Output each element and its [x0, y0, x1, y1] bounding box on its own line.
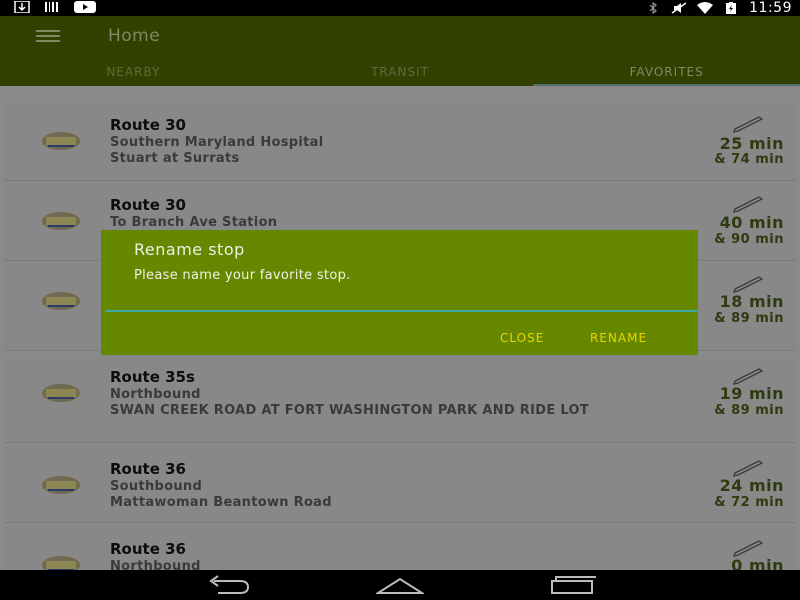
download-icon [14, 1, 30, 13]
favorite-stop-card[interactable]: Route 30 Southern Maryland Hospital Stua… [4, 102, 796, 181]
favorite-stop-card[interactable]: Route 36 Southbound Mattawoman Beantown … [4, 446, 796, 523]
stop-name-input[interactable] [105, 290, 697, 312]
close-button[interactable]: CLOSE [500, 331, 544, 345]
route-direction: Northbound [110, 387, 201, 402]
bus-logo-icon [42, 384, 80, 402]
youtube-icon [74, 1, 96, 13]
back-icon[interactable] [206, 575, 252, 595]
favorite-stop-card[interactable]: Route 35s Northbound SWAN CREEK ROAD AT … [4, 354, 796, 443]
edit-pencil-icon[interactable] [732, 196, 766, 214]
bus-logo-icon [42, 132, 80, 150]
tab-bar: NEARBY TRANSIT FAVORITES [0, 62, 800, 86]
route-direction: Southbound [110, 479, 203, 494]
edit-pencil-icon[interactable] [732, 116, 766, 134]
bluetooth-icon [649, 2, 658, 14]
bus-logo-icon [42, 212, 80, 230]
mute-icon [671, 2, 687, 14]
next-arrival: 0 min [731, 556, 784, 570]
route-name: Route 30 [110, 196, 186, 214]
tab-transit[interactable]: TRANSIT [267, 62, 534, 86]
next-arrival: 18 min [719, 292, 784, 311]
page-title: Home [108, 26, 161, 46]
stop-name: SWAN CREEK ROAD AT FORT WASHINGTON PARK … [110, 403, 589, 418]
tab-favorites[interactable]: FAVORITES [533, 62, 800, 86]
route-name: Route 35s [110, 368, 195, 386]
bus-logo-icon [42, 476, 80, 494]
recent-apps-icon[interactable] [548, 575, 596, 595]
route-direction: Southern Maryland Hospital [110, 135, 324, 150]
next-arrival: 19 min [719, 384, 784, 403]
next-arrival: 25 min [719, 134, 784, 153]
hamburger-menu-icon[interactable] [36, 30, 60, 42]
navigation-bar [0, 570, 800, 600]
clock: 11:59 [749, 0, 792, 16]
wifi-icon [697, 2, 714, 14]
route-name: Route 36 [110, 460, 186, 478]
app-bar: Home NEARBY TRANSIT FAVORITES [0, 16, 800, 86]
tab-nearby[interactable]: NEARBY [0, 62, 267, 86]
dialog-title: Rename stop [134, 240, 245, 259]
following-arrival: & 72 min [714, 495, 784, 510]
route-direction: Northbound [110, 559, 201, 570]
following-arrival: & 90 min [714, 232, 784, 247]
dialog-message: Please name your favorite stop. [134, 268, 351, 283]
following-arrival: & 74 min [714, 152, 784, 167]
next-arrival: 24 min [719, 476, 784, 495]
stop-name: Stuart at Surrats [110, 151, 240, 166]
rename-button[interactable]: RENAME [590, 331, 647, 345]
bus-logo-icon [42, 292, 80, 310]
route-name: Route 36 [110, 540, 186, 558]
next-arrival: 40 min [719, 213, 784, 232]
battery-icon [726, 2, 737, 14]
stop-name: Mattawoman Beantown Road [110, 495, 332, 510]
bus-logo-icon [42, 556, 80, 570]
home-icon[interactable] [376, 575, 424, 595]
status-bar: 11:59 [0, 0, 800, 16]
favorite-stop-card[interactable]: Route 36 Northbound 0 min [4, 526, 796, 570]
rename-stop-dialog: Rename stop Please name your favorite st… [101, 230, 698, 355]
barcode-icon [45, 2, 58, 12]
following-arrival: & 89 min [714, 311, 784, 326]
following-arrival: & 89 min [714, 403, 784, 418]
route-name: Route 30 [110, 116, 186, 134]
route-direction: To Branch Ave Station [110, 215, 278, 230]
